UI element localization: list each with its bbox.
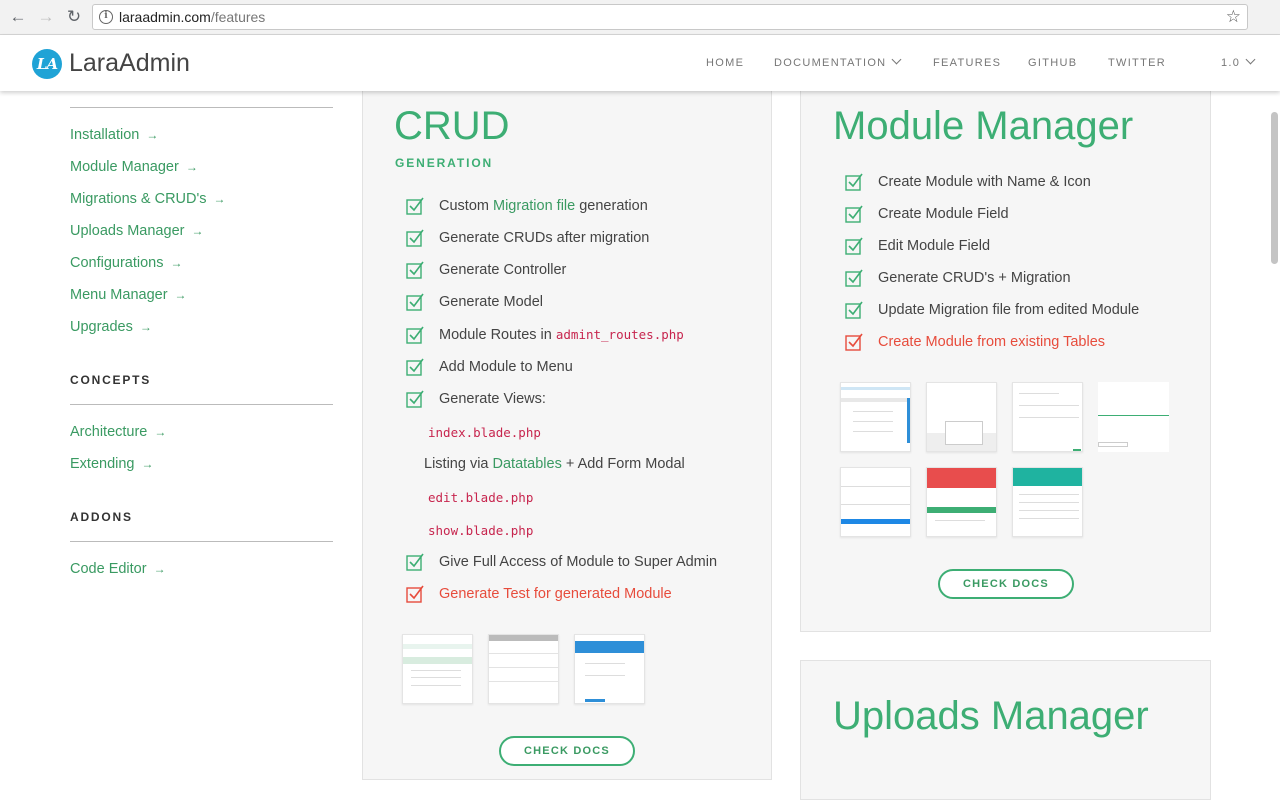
- module-manager-title: Module Manager: [833, 104, 1134, 148]
- reload-icon[interactable]: ↻: [64, 7, 84, 27]
- version-dropdown[interactable]: 1.0: [1221, 54, 1256, 69]
- screenshot-thumbnail[interactable]: [840, 382, 911, 452]
- arrow-right-icon: →: [146, 128, 159, 142]
- sidebar-item-extending[interactable]: Extending →: [70, 456, 154, 472]
- arrow-right-icon: →: [191, 224, 204, 238]
- screenshot-thumbnail[interactable]: [574, 634, 645, 704]
- routes-file-code: admint_routes.php: [555, 327, 684, 342]
- checkbox-pending-icon: [406, 585, 424, 603]
- crud-feature-generate-views: Generate Views:: [439, 391, 546, 407]
- bookmark-star-icon[interactable]: ☆: [1226, 7, 1241, 27]
- migration-file-link[interactable]: Migration file: [493, 198, 575, 214]
- sidebar-divider: [70, 404, 333, 405]
- chevron-down-icon: [1245, 54, 1256, 65]
- sidebar-item-architecture[interactable]: Architecture →: [70, 424, 166, 440]
- arrow-right-icon: →: [213, 192, 226, 206]
- checkbox-checked-icon: [845, 173, 863, 191]
- arrow-right-icon: →: [185, 160, 198, 174]
- checkbox-checked-icon: [406, 229, 424, 247]
- checkbox-checked-icon: [845, 205, 863, 223]
- crud-feature-generate-model: Generate Model: [439, 294, 543, 310]
- back-arrow-icon[interactable]: ←: [8, 7, 28, 27]
- datatables-link[interactable]: Datatables: [493, 456, 562, 472]
- address-bar[interactable]: i laraadmin.com/features ☆: [92, 4, 1248, 30]
- screenshot-thumbnail[interactable]: [488, 634, 559, 704]
- sidebar-item-installation[interactable]: Installation →: [70, 127, 158, 143]
- crud-title: CRUD: [394, 104, 510, 148]
- arrow-right-icon: →: [170, 256, 183, 270]
- checkbox-checked-icon: [406, 197, 424, 215]
- checkbox-checked-icon: [406, 293, 424, 311]
- chevron-down-icon: [891, 54, 902, 65]
- sidebar-item-code-editor[interactable]: Code Editor →: [70, 561, 166, 577]
- sidebar-item-menu-manager[interactable]: Menu Manager →: [70, 287, 187, 303]
- nav-features[interactable]: FEATURES: [933, 57, 1001, 69]
- mm-feature-update-migration: Update Migration file from edited Module: [878, 302, 1140, 318]
- sidebar-heading-concepts: CONCEPTS: [70, 373, 152, 387]
- page-scrollbar[interactable]: [1271, 112, 1278, 264]
- checkbox-checked-icon: [406, 390, 424, 408]
- sidebar-item-migrations-crud[interactable]: Migrations & CRUD's →: [70, 191, 226, 207]
- mm-feature-generate-crud: Generate CRUD's + Migration: [878, 270, 1071, 286]
- browser-toolbar: ← → ↻ i laraadmin.com/features ☆: [0, 0, 1280, 35]
- arrow-right-icon: →: [139, 320, 152, 334]
- screenshot-thumbnail[interactable]: [1012, 382, 1083, 452]
- logo-text[interactable]: LaraAdmin: [69, 49, 190, 78]
- checkbox-checked-icon: [845, 237, 863, 255]
- arrow-right-icon: →: [153, 562, 166, 576]
- sidebar-item-module-manager[interactable]: Module Manager →: [70, 159, 198, 175]
- arrow-right-icon: →: [141, 457, 154, 471]
- crud-feature-add-module-menu: Add Module to Menu: [439, 359, 573, 375]
- uploads-manager-title: Uploads Manager: [833, 694, 1149, 738]
- checkbox-checked-icon: [406, 553, 424, 571]
- nav-twitter[interactable]: TWITTER: [1108, 57, 1166, 69]
- nav-home[interactable]: HOME: [706, 57, 744, 69]
- mm-feature-existing-tables: Create Module from existing Tables: [878, 334, 1106, 350]
- sidebar-item-configurations[interactable]: Configurations →: [70, 255, 183, 271]
- site-info-icon[interactable]: i: [99, 10, 113, 24]
- nav-github[interactable]: GITHUB: [1028, 57, 1077, 69]
- checkbox-checked-icon: [406, 358, 424, 376]
- view-edit-file: edit.blade.php: [428, 490, 534, 505]
- sidebar-item-uploads-manager[interactable]: Uploads Manager →: [70, 223, 203, 239]
- sidebar-divider: [70, 541, 333, 542]
- crud-feature-migration-file: Custom Migration file generation: [439, 198, 648, 214]
- url-text: laraadmin.com/features: [119, 9, 266, 25]
- mm-feature-create-field: Create Module Field: [878, 206, 1009, 222]
- screenshot-thumbnail[interactable]: [926, 382, 997, 452]
- screenshot-thumbnail[interactable]: [1012, 467, 1083, 537]
- crud-feature-generate-cruds: Generate CRUDs after migration: [439, 230, 650, 246]
- screenshot-thumbnail[interactable]: [926, 467, 997, 537]
- forward-arrow-icon[interactable]: →: [36, 7, 56, 27]
- sidebar-item-upgrades[interactable]: Upgrades →: [70, 319, 152, 335]
- crud-feature-full-access: Give Full Access of Module to Super Admi…: [439, 554, 718, 570]
- view-show-file: show.blade.php: [428, 523, 534, 538]
- arrow-right-icon: →: [154, 425, 167, 439]
- view-index-file: index.blade.php: [428, 425, 541, 440]
- site-header: LA LaraAdmin HOME DOCUMENTATION FEATURES…: [0, 35, 1280, 91]
- crud-feature-generate-test: Generate Test for generated Module: [439, 586, 672, 602]
- screenshot-thumbnail[interactable]: [840, 467, 911, 537]
- view-listing-note: Listing via Datatables + Add Form Modal: [424, 456, 685, 472]
- arrow-right-icon: →: [174, 288, 187, 302]
- mm-feature-edit-field: Edit Module Field: [878, 238, 991, 254]
- crud-feature-module-routes: Module Routes in admint_routes.php: [439, 327, 684, 343]
- module-manager-check-docs-button[interactable]: CHECK DOCS: [938, 569, 1074, 599]
- mm-feature-create-module: Create Module with Name & Icon: [878, 174, 1091, 190]
- checkbox-checked-icon: [845, 269, 863, 287]
- crud-subtitle: GENERATION: [395, 156, 494, 170]
- nav-documentation[interactable]: DOCUMENTATION: [774, 54, 902, 69]
- laraadmin-logo-icon[interactable]: LA: [32, 49, 62, 79]
- screenshot-thumbnail[interactable]: [1098, 382, 1169, 452]
- checkbox-checked-icon: [406, 326, 424, 344]
- checkbox-pending-icon: [845, 333, 863, 351]
- crud-feature-generate-controller: Generate Controller: [439, 262, 567, 278]
- sidebar-divider: [70, 107, 333, 108]
- sidebar-heading-addons: ADDONS: [70, 510, 133, 524]
- checkbox-checked-icon: [845, 301, 863, 319]
- checkbox-checked-icon: [406, 261, 424, 279]
- screenshot-thumbnail[interactable]: [402, 634, 473, 704]
